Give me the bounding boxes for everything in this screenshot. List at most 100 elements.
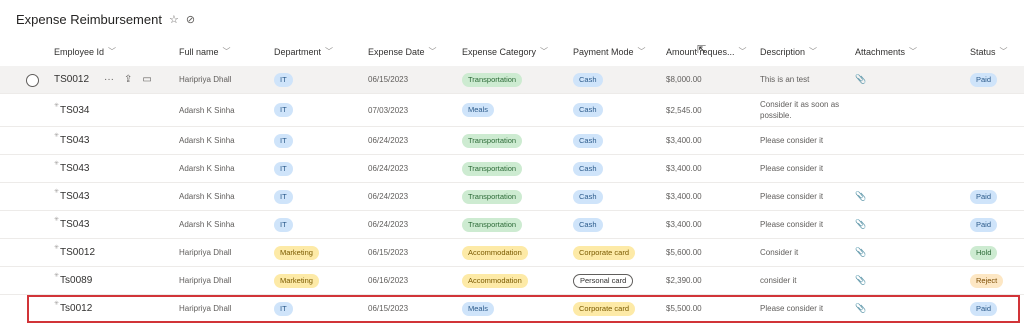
column-header-pay[interactable]: Payment Mode ﹀ (573, 37, 646, 66)
column-header-name[interactable]: Full name ﹀ (179, 37, 231, 66)
payment-mode-pill: Corporate card (573, 245, 636, 260)
table-row[interactable]: ✳ Ts0089 Haripriya Dhall Marketing 06/16/202… (0, 267, 1024, 295)
department-cell: IT (274, 66, 293, 93)
expense-category-cell: Transportation (462, 211, 523, 238)
department-pill: Marketing (274, 273, 319, 288)
full-name-cell: Haripriya Dhall (179, 276, 232, 285)
employee-id-cell[interactable]: ✳ TS043 (54, 155, 90, 182)
attachment-icon[interactable]: 📎 (855, 211, 866, 238)
table-row[interactable]: ✳ TS043 Adarsh K Sinha IT 06/24/2023 Transpor… (0, 127, 1024, 155)
expense-date-cell: 06/16/2023 (368, 276, 409, 285)
expense-date-cell: 06/24/2023 (368, 192, 409, 201)
chevron-down-icon[interactable]: ﹀ (638, 46, 646, 57)
department-cell: Marketing (274, 267, 319, 294)
description-cell: Please consider it (760, 304, 824, 313)
description-cell: Please consider it (760, 136, 824, 145)
column-header-status[interactable]: Status ﹀ (970, 37, 1008, 66)
column-header-desc[interactable]: Description ﹀ (760, 37, 817, 66)
full-name-cell: Adarsh K Sinha (179, 220, 235, 229)
expense-date-cell: 06/15/2023 (368, 75, 409, 84)
employee-id-cell[interactable]: TS0012 (54, 66, 89, 93)
attachment-icon[interactable]: 📎 (855, 267, 866, 294)
amount-cell: $3,400.00 (666, 136, 702, 145)
payment-mode-pill: Personal card (573, 273, 634, 288)
attachment-icon[interactable]: 📎 (855, 183, 866, 210)
table-row[interactable]: ··· ⇪ ▭ TS0012 Haripriya Dhall IT 06/15/2023 Tr… (0, 66, 1024, 94)
column-header-dept[interactable]: Department ﹀ (274, 37, 333, 66)
payment-mode-pill: Cash (573, 72, 603, 87)
info-icon[interactable]: ⊘ (186, 13, 195, 26)
attachment-icon[interactable]: 📎 (855, 66, 866, 93)
table-row[interactable]: ✳ TS043 Adarsh K Sinha IT 06/24/2023 Transpor… (0, 183, 1024, 211)
employee-id-cell[interactable]: ✳ TS043 (54, 211, 90, 238)
employee-id: Ts0012 (60, 303, 93, 314)
column-header-label: Attachments (855, 46, 906, 57)
payment-mode-pill: Corporate card (573, 301, 636, 316)
status-cell: Paid (970, 211, 998, 238)
payment-mode-cell: Cash (573, 183, 603, 210)
new-item-icon: ✳ (54, 161, 60, 167)
expense-category-cell: Meals (462, 94, 495, 126)
comment-icon[interactable]: ▭ (142, 74, 151, 85)
attachment-icon[interactable]: 📎 (855, 295, 866, 322)
status-badge: Paid (970, 301, 998, 316)
table-row[interactable]: ✳ Ts0012 Haripriya Dhall IT 06/15/2023 Meals C… (27, 295, 1020, 323)
chevron-down-icon[interactable]: ﹀ (1000, 46, 1008, 57)
category-pill: Transportation (462, 189, 523, 204)
description-cell: Consider it (760, 248, 799, 257)
department-pill: IT (274, 217, 293, 232)
mouse-cursor-icon: ⇱ (697, 44, 707, 56)
row-select-radio[interactable] (26, 74, 39, 87)
employee-id-cell[interactable]: ✳ TS043 (54, 183, 90, 210)
chevron-down-icon[interactable]: ﹀ (540, 46, 548, 57)
expense-date-cell: 06/24/2023 (368, 136, 409, 145)
column-header-cat[interactable]: Expense Category ﹀ (462, 37, 548, 66)
column-header-att[interactable]: Attachments ﹀ (855, 37, 917, 66)
status-badge: Paid (970, 217, 998, 232)
employee-id-cell[interactable]: ✳ Ts0012 (54, 295, 92, 322)
status-cell: Paid (970, 66, 998, 93)
payment-mode-cell: Cash (573, 66, 603, 93)
column-header-label: Payment Mode (573, 46, 634, 57)
list-grid: Employee Id ﹀ Full name ﹀ Department ﹀ Expense… (0, 37, 1024, 323)
category-pill: Transportation (462, 161, 523, 176)
department-cell: IT (274, 155, 293, 182)
table-row[interactable]: ✳ TS043 Adarsh K Sinha IT 06/24/2023 Transpor… (0, 155, 1024, 183)
category-pill: Transportation (462, 217, 523, 232)
amount-cell: $5,500.00 (666, 304, 702, 313)
table-row[interactable]: ✳ TS034 Adarsh K Sinha IT 07/03/2023 Meals Cas… (0, 94, 1024, 127)
chevron-down-icon[interactable]: ﹀ (809, 46, 817, 57)
favorite-star-icon[interactable]: ☆ (169, 13, 179, 26)
column-header-amt[interactable]: Amount reques... ﹀ (666, 37, 747, 66)
more-icon[interactable]: ··· (104, 74, 114, 85)
attachment-icon[interactable]: 📎 (855, 239, 866, 266)
chevron-down-icon[interactable]: ﹀ (108, 46, 116, 57)
chevron-down-icon[interactable]: ﹀ (909, 46, 917, 57)
amount-cell: $2,390.00 (666, 276, 702, 285)
department-cell: IT (274, 183, 293, 210)
chevron-down-icon[interactable]: ﹀ (429, 46, 437, 57)
chevron-down-icon[interactable]: ﹀ (739, 46, 747, 57)
chevron-down-icon[interactable]: ﹀ (223, 46, 231, 57)
expense-date-cell: 06/15/2023 (368, 304, 409, 313)
employee-id: TS043 (60, 219, 90, 230)
table-row[interactable]: ✳ TS043 Adarsh K Sinha IT 06/24/2023 Transpor… (0, 211, 1024, 239)
employee-id-cell[interactable]: ✳ TS034 (54, 94, 90, 126)
expense-date-cell: 06/24/2023 (368, 220, 409, 229)
status-badge: Paid (970, 72, 998, 87)
column-header-label: Department (274, 46, 322, 57)
employee-id-cell[interactable]: ✳ Ts0089 (54, 267, 92, 294)
new-item-icon: ✳ (54, 217, 60, 223)
table-row[interactable]: ✳ TS0012 Haripriya Dhall Marketing 06/15/202… (0, 239, 1024, 267)
employee-id-cell[interactable]: ✳ TS043 (54, 127, 90, 154)
employee-id-cell[interactable]: ✳ TS0012 (54, 239, 95, 266)
column-header-date[interactable]: Expense Date ﹀ (368, 37, 437, 66)
share-icon[interactable]: ⇪ (124, 74, 132, 85)
payment-mode-cell: Personal card (573, 267, 634, 294)
chevron-down-icon[interactable]: ﹀ (325, 46, 333, 57)
new-item-icon: ✳ (54, 189, 60, 195)
amount-cell: $3,400.00 (666, 164, 702, 173)
amount-cell: $3,400.00 (666, 220, 702, 229)
column-header-id[interactable]: Employee Id ﹀ (54, 37, 116, 66)
full-name-cell: Adarsh K Sinha (179, 164, 235, 173)
